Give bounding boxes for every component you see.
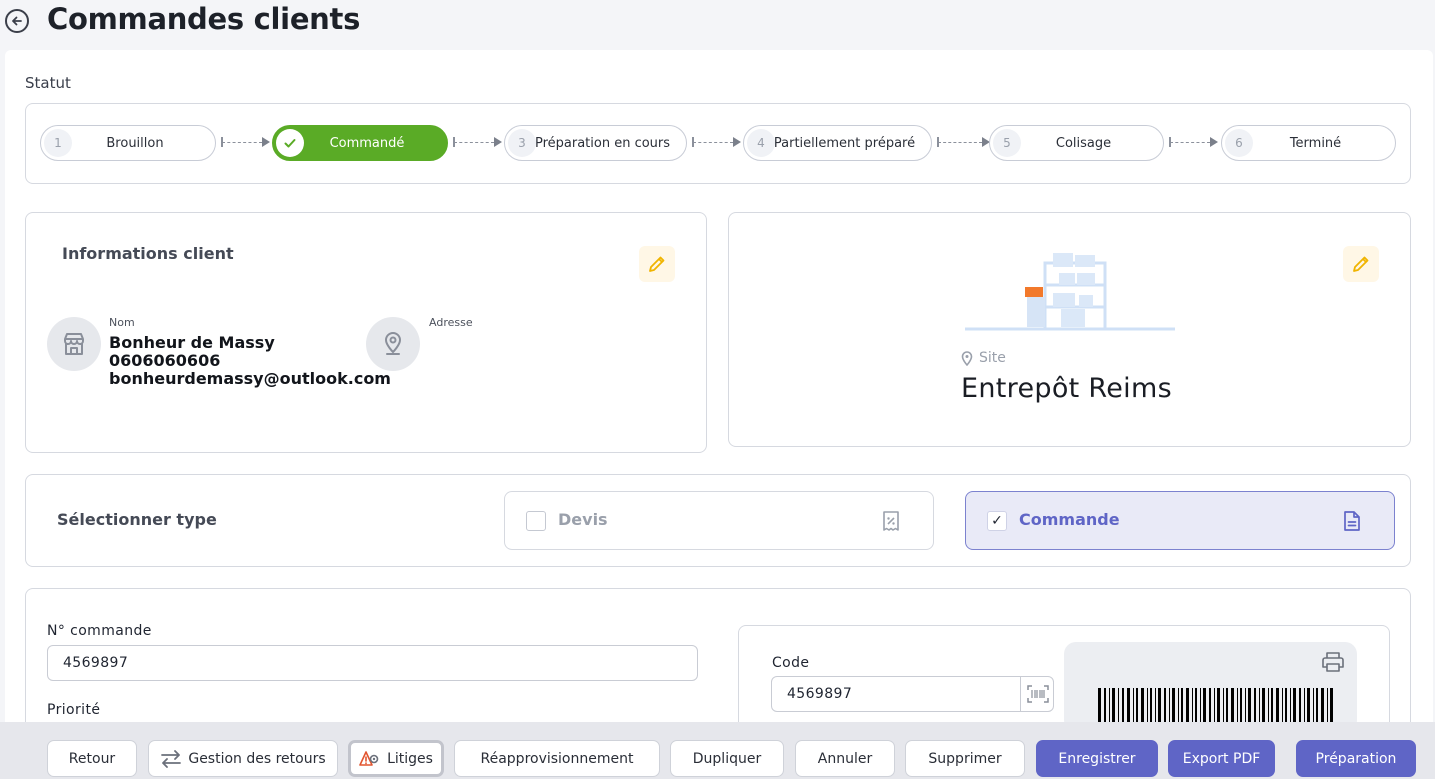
client-phone: 0606060606 — [109, 351, 221, 370]
site-label: Site — [961, 350, 1006, 366]
step-partiellement-prepare[interactable]: 4 Partiellement préparé — [743, 125, 932, 161]
status-stepper: 1 Brouillon Commandé 3 Préparation en co… — [25, 103, 1411, 184]
address-label: Adresse — [429, 316, 473, 329]
enregistrer-label: Enregistrer — [1058, 750, 1136, 767]
barcode-image — [1098, 688, 1333, 722]
step-connector — [937, 137, 990, 147]
type-option-devis[interactable]: Devis — [504, 491, 934, 550]
pencil-icon[interactable] — [639, 246, 675, 282]
retour-button[interactable]: Retour — [47, 740, 137, 777]
type-select-card: Sélectionner type Devis ✓ Commande — [25, 474, 1411, 567]
swap-arrows-icon — [161, 749, 182, 768]
gestion-retours-label: Gestion des retours — [188, 750, 326, 767]
enregistrer-button[interactable]: Enregistrer — [1036, 740, 1158, 777]
annuler-button[interactable]: Annuler — [795, 740, 895, 777]
map-pin-icon — [366, 317, 420, 371]
client-details: Bonheur de Massy 0606060606 bonheurdemas… — [109, 334, 391, 388]
printer-icon[interactable] — [1322, 652, 1344, 672]
barcode-scan-icon[interactable] — [1020, 676, 1054, 712]
type-select-label: Sélectionner type — [57, 510, 217, 529]
step-commande[interactable]: Commandé — [272, 125, 448, 161]
arrow-left-circle-icon[interactable] — [5, 9, 29, 33]
order-number-label: N° commande — [47, 623, 152, 639]
page-header: Commandes clients — [0, 0, 1435, 44]
receipt-percent-icon — [883, 511, 899, 531]
annuler-label: Annuler — [817, 750, 873, 767]
supprimer-label: Supprimer — [928, 750, 1002, 767]
status-label: Statut — [25, 74, 71, 92]
client-info-card: Informations client Nom Bonheur de Massy… — [25, 212, 707, 453]
step-number: 5 — [993, 129, 1021, 157]
code-input[interactable]: 4569897 — [771, 676, 1054, 712]
step-number: 3 — [508, 129, 536, 157]
site-name: Entrepôt Reims — [961, 373, 1172, 404]
client-name: Bonheur de Massy — [109, 333, 275, 352]
order-number-input[interactable]: 4569897 — [47, 645, 698, 681]
devis-checkbox[interactable] — [526, 511, 546, 531]
supprimer-button[interactable]: Supprimer — [905, 740, 1025, 777]
preparation-label: Préparation — [1315, 750, 1397, 767]
step-brouillon[interactable]: 1 Brouillon — [40, 125, 216, 161]
step-connector — [1169, 137, 1218, 147]
site-label-text: Site — [979, 350, 1006, 366]
reappro-label: Réapprovisionnement — [480, 750, 634, 767]
warning-gear-icon — [359, 750, 379, 766]
gestion-retours-button[interactable]: Gestion des retours — [148, 740, 338, 777]
step-number: 4 — [747, 129, 775, 157]
site-card: Site Entrepôt Reims — [728, 212, 1411, 447]
priority-label: Priorité — [47, 702, 101, 718]
step-termine[interactable]: 6 Terminé — [1221, 125, 1396, 161]
litiges-label: Litiges — [387, 750, 433, 767]
reapprovisionnement-button[interactable]: Réapprovisionnement — [454, 740, 660, 777]
page-title: Commandes clients — [47, 2, 361, 36]
retour-label: Retour — [68, 750, 116, 767]
step-colisage[interactable]: 5 Colisage — [989, 125, 1164, 161]
step-connector — [453, 137, 502, 147]
dupliquer-button[interactable]: Dupliquer — [670, 740, 784, 777]
client-email: bonheurdemassy@outlook.com — [109, 369, 391, 388]
commande-label: Commande — [1019, 510, 1120, 529]
devis-label: Devis — [558, 510, 608, 529]
document-icon — [1344, 511, 1360, 531]
warehouse-illustration — [965, 253, 1175, 331]
export-pdf-button[interactable]: Export PDF — [1168, 740, 1275, 777]
barcode-preview — [1064, 642, 1357, 732]
name-label: Nom — [109, 316, 135, 329]
check-circle-icon — [276, 129, 304, 157]
client-info-title: Informations client — [62, 244, 234, 263]
dupliquer-label: Dupliquer — [692, 750, 762, 767]
step-connector — [221, 137, 270, 147]
step-preparation[interactable]: 3 Préparation en cours — [504, 125, 687, 161]
step-number: 6 — [1225, 129, 1253, 157]
code-label: Code — [772, 655, 810, 671]
step-connector — [692, 137, 741, 147]
commande-checkbox[interactable]: ✓ — [987, 511, 1007, 531]
map-pin-icon — [961, 350, 973, 366]
pencil-icon[interactable] — [1343, 246, 1379, 282]
type-option-commande[interactable]: ✓ Commande — [965, 491, 1395, 550]
step-number: 1 — [44, 129, 72, 157]
store-icon — [47, 317, 101, 371]
preparation-button[interactable]: Préparation — [1296, 740, 1416, 777]
export-pdf-label: Export PDF — [1182, 750, 1261, 767]
litiges-button[interactable]: Litiges — [348, 740, 444, 777]
